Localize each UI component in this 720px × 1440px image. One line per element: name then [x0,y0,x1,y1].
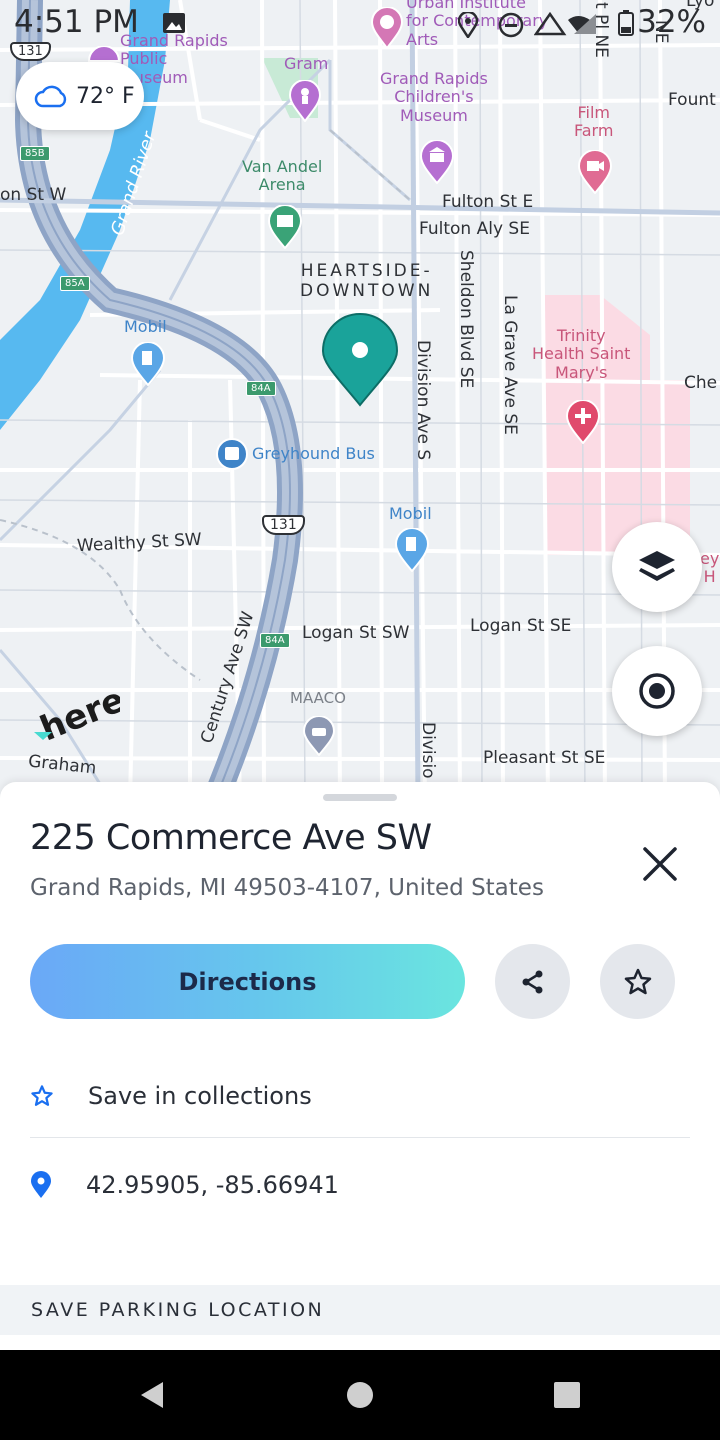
poi-label: Gram [284,54,329,73]
divider [30,1137,690,1138]
street-label: Che [684,373,718,393]
share-button[interactable] [495,944,570,1019]
street-label: Fulton Aly SE [419,219,530,239]
battery-icon [618,10,634,36]
layers-icon [639,551,675,581]
star-icon [31,1085,53,1106]
poi-label: Film Farm [574,103,614,141]
home-button[interactable] [340,1375,380,1415]
system-navigation-bar [0,1350,720,1440]
car-repair-icon[interactable] [303,716,335,756]
street-label: Division Ave S [413,340,433,461]
poi-label: ey H [700,549,720,587]
close-button[interactable] [630,834,690,894]
directions-button[interactable]: Directions [30,944,465,1019]
bus-icon[interactable] [216,438,248,470]
street-label: La Grave Ave SE [500,295,520,435]
coordinates-text: 42.95905, -85.66941 [86,1171,339,1199]
highway-shield: 85A [60,276,90,291]
street-label: Divisio [418,722,438,779]
location-pin-icon[interactable] [320,312,400,408]
street-label: on St W [0,185,67,205]
do-not-disturb-icon [498,12,524,38]
poi-label: Trinity Health Saint Mary's [532,326,631,382]
save-in-collections-row[interactable]: Save in collections [30,1066,690,1126]
highway-shield: 85B [20,146,50,161]
back-button[interactable] [132,1375,172,1415]
recents-button[interactable] [547,1375,587,1415]
film-icon[interactable] [578,150,612,194]
home-icon [347,1382,373,1408]
close-icon [643,847,677,881]
battery-percentage: 32% [637,4,706,40]
street-label: Fulton St E [442,192,534,212]
highway-shield: 84A [246,381,276,396]
gas-station-icon[interactable] [395,528,429,572]
poi-label: Greyhound Bus [252,444,375,463]
here-logo: here [34,680,120,740]
image-notification-icon [163,13,185,33]
status-time: 4:51 PM [14,4,139,40]
us-131-shield: 131 [262,515,305,535]
street-label: Fount [668,90,716,110]
poi-label: Mobil [124,317,167,336]
place-title: 225 Commerce Ave SW [30,818,432,858]
monument-icon[interactable] [289,80,321,122]
hospital-icon[interactable] [566,400,600,444]
coordinates-row[interactable]: 42.95905, -85.66941 [30,1155,690,1215]
district-label: HEARTSIDE- DOWNTOWN [300,261,434,301]
weather-chip[interactable]: 72° F [16,62,144,130]
star-icon [624,968,651,994]
poi-label: Grand Rapids Children's Museum [380,69,488,125]
my-location-button[interactable] [612,646,702,736]
poi-label: Van Andel Arena [242,157,323,195]
place-bottom-sheet[interactable]: 225 Commerce Ave SW Grand Rapids, MI 495… [0,782,720,1350]
street-label: Pleasant St SE [483,748,606,768]
weather-temperature: 72° F [76,83,135,109]
favorite-button[interactable] [600,944,675,1019]
arena-icon[interactable] [268,205,302,249]
layers-button[interactable] [612,522,702,612]
save-parking-location-section[interactable]: SAVE PARKING LOCATION [0,1285,720,1335]
my-location-icon [639,673,675,709]
share-icon [522,970,542,993]
status-bar: 4:51 PM 32% [0,0,720,48]
back-icon [141,1382,163,1408]
poi-label: Mobil [389,504,432,523]
street-label: Logan St SE [470,616,572,636]
street-label: Sheldon Blvd SE [456,250,476,389]
poi-label: MAACO [290,689,346,707]
svg-text:here: here [35,680,120,740]
gas-station-icon[interactable] [131,342,165,386]
recents-icon [554,1382,580,1408]
highway-shield: 84A [260,633,290,648]
drag-handle[interactable] [323,794,397,801]
location-pin-icon [31,1171,51,1198]
street-label: Logan St SW [302,623,410,643]
museum-icon[interactable] [420,140,454,184]
cloud-icon [34,85,67,108]
location-status-icon [458,12,478,38]
signal-icon [534,12,596,36]
place-address: Grand Rapids, MI 49503-4107, United Stat… [30,875,544,901]
save-in-collections-label: Save in collections [88,1082,312,1110]
